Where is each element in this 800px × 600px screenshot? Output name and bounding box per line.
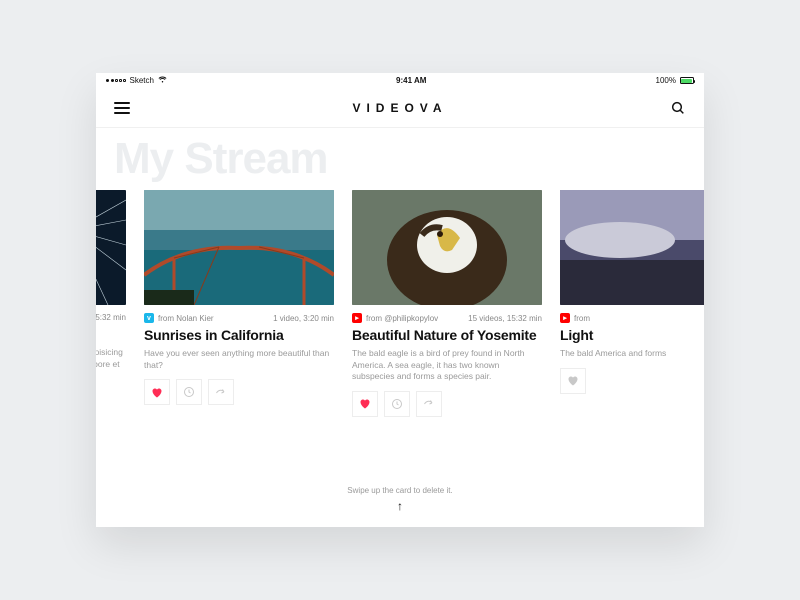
youtube-icon: ▸ <box>560 313 570 323</box>
swipe-hint: Swipe up the card to delete it. ↑ <box>96 486 704 513</box>
carrier-label: Sketch <box>130 76 154 85</box>
video-actions <box>352 391 542 417</box>
video-count-label: 1 video, 3:20 min <box>273 314 334 323</box>
wifi-icon <box>158 76 167 85</box>
youtube-icon: ▸ <box>352 313 362 323</box>
stream-scroller[interactable]: 15 videos, 15:32 min n Seattle met, cons… <box>96 190 704 417</box>
video-actions <box>560 368 704 394</box>
like-button[interactable] <box>352 391 378 417</box>
status-right: 100% <box>656 76 694 85</box>
battery-icon <box>680 77 694 84</box>
video-thumbnail[interactable] <box>560 190 704 305</box>
video-author-label: from <box>574 314 590 323</box>
brand-title: VIDEOVA <box>352 101 447 115</box>
video-meta: ▸ from @philipkopylov 15 videos, 15:32 m… <box>352 313 542 323</box>
video-card[interactable]: v from Nolan Kier 1 video, 3:20 min Sunr… <box>144 190 334 417</box>
app-frame: Sketch 9:41 AM 100% VIDEOVA My Stream <box>96 73 704 527</box>
video-description: The bald America and forms <box>560 348 704 359</box>
top-nav: VIDEOVA <box>96 88 704 128</box>
like-button[interactable] <box>144 379 170 405</box>
video-title: n Seattle <box>96 326 126 342</box>
share-button[interactable] <box>208 379 234 405</box>
video-count-label: 15 videos, 15:32 min <box>96 313 126 322</box>
watch-later-button[interactable] <box>176 379 202 405</box>
video-description: The bald eagle is a bird of prey found i… <box>352 348 542 382</box>
video-thumbnail[interactable] <box>96 190 126 305</box>
video-card[interactable]: ▸ from @philipkopylov 15 videos, 15:32 m… <box>352 190 542 417</box>
like-button[interactable] <box>560 368 586 394</box>
page-title: My Stream <box>96 128 704 186</box>
status-time: 9:41 AM <box>396 76 426 85</box>
video-card[interactable]: 15 videos, 15:32 min n Seattle met, cons… <box>96 190 126 417</box>
battery-pct: 100% <box>656 76 676 85</box>
video-title: Beautiful Nature of Yosemite <box>352 327 542 343</box>
video-description: met, consectetur adipisicing ption incid… <box>96 347 126 370</box>
video-actions <box>144 379 334 405</box>
menu-button[interactable] <box>114 102 130 114</box>
video-card[interactable]: ▸ from Light The bald America and forms <box>560 190 704 417</box>
video-meta: 15 videos, 15:32 min <box>96 313 126 322</box>
vimeo-icon: v <box>144 313 154 323</box>
swipe-hint-label: Swipe up the card to delete it. <box>96 486 704 495</box>
video-title: Sunrises in California <box>144 327 334 343</box>
search-button[interactable] <box>670 100 686 116</box>
video-author-label: from @philipkopylov <box>366 314 438 323</box>
video-meta: ▸ from <box>560 313 704 323</box>
video-description: Have you ever seen anything more beautif… <box>144 348 334 371</box>
status-left: Sketch <box>106 76 167 85</box>
signal-dots-icon <box>106 79 126 82</box>
video-thumbnail[interactable] <box>144 190 334 305</box>
video-meta: v from Nolan Kier 1 video, 3:20 min <box>144 313 334 323</box>
share-button[interactable] <box>416 391 442 417</box>
video-title: Light <box>560 327 704 343</box>
video-count-label: 15 videos, 15:32 min <box>468 314 542 323</box>
arrow-up-icon: ↑ <box>96 499 704 513</box>
video-thumbnail[interactable] <box>352 190 542 305</box>
video-author-label: from Nolan Kier <box>158 314 214 323</box>
status-bar: Sketch 9:41 AM 100% <box>96 73 704 88</box>
watch-later-button[interactable] <box>384 391 410 417</box>
